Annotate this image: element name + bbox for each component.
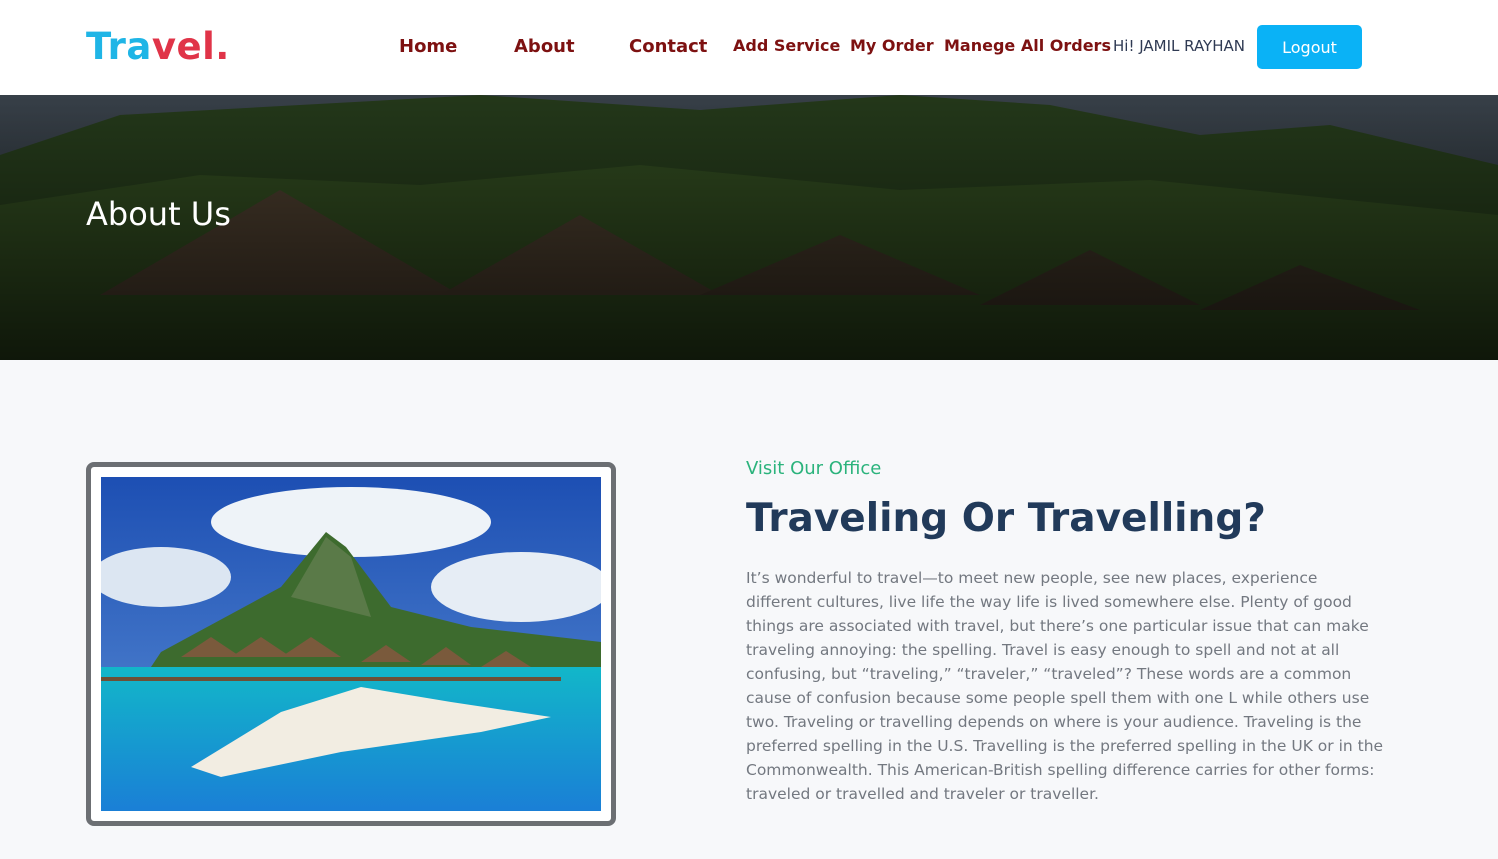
- nav-manage-orders-link[interactable]: Manege All Orders: [944, 36, 1111, 55]
- brand-logo[interactable]: Travel.: [86, 24, 230, 70]
- section-headline: Traveling Or Travelling?: [746, 496, 1266, 541]
- section-eyebrow: Visit Our Office: [746, 458, 882, 479]
- nav-my-order-link[interactable]: My Order: [850, 36, 934, 55]
- nav-home-link[interactable]: Home: [399, 36, 457, 57]
- about-hero-banner: About Us: [0, 95, 1498, 360]
- logout-button[interactable]: Logout: [1257, 25, 1362, 69]
- bora-bora-resort-image: [101, 477, 601, 811]
- user-greeting: Hi! JAMIL RAYHAN: [1113, 37, 1245, 55]
- logo-dot: .: [215, 25, 230, 68]
- about-image-frame: [86, 462, 616, 826]
- logo-text-part2: vel: [151, 25, 216, 68]
- nav-about-link[interactable]: About: [514, 36, 575, 57]
- hero-title: About Us: [86, 195, 231, 233]
- top-navbar: Travel. Home About Contact Add Service M…: [0, 0, 1498, 95]
- nav-add-service-link[interactable]: Add Service: [733, 36, 840, 55]
- logo-text-part1: Tra: [86, 25, 152, 68]
- section-body-text: It’s wonderful to travel—to meet new peo…: [746, 569, 1384, 803]
- nav-contact-link[interactable]: Contact: [629, 36, 707, 57]
